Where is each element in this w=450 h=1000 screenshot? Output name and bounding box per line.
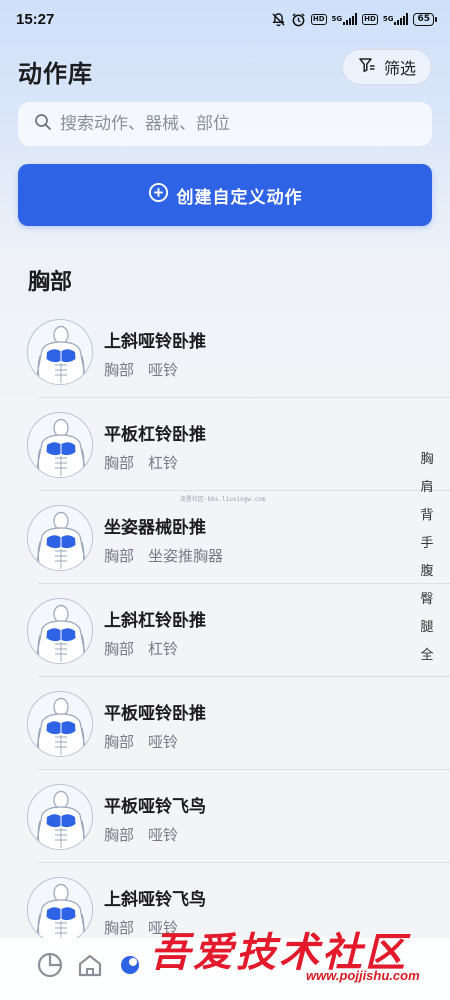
status-bar: 15:27 HD 5G HD 5G 65 [0,0,450,38]
status-icons: HD 5G HD 5G 65 [271,12,437,27]
exercise-name: 坐姿器械卧推 [104,518,206,538]
exercise-meta: 胸部 杠铃 [104,452,178,473]
exercise-name: 平板杠铃卧推 [104,425,206,445]
exercise-name: 平板哑铃卧推 [104,704,206,724]
exercise-body-part: 胸部 [104,454,135,472]
search-icon [34,113,52,135]
exercise-meta: 胸部 哑铃 [104,359,178,380]
hd-icon: HD [310,13,327,25]
nav-library-tab[interactable] [110,947,150,987]
status-time: 15:27 [16,10,55,28]
plus-circle-icon [148,182,169,208]
hd-icon: HD [362,13,378,25]
exercise-list-item[interactable]: 平板哑铃卧推 胸部 哑铃 [0,677,450,770]
exercise-list-item[interactable]: 上斜杠铃卧推 胸部 杠铃 [0,584,450,677]
nav-home-tab[interactable] [70,947,110,987]
home-icon [76,951,104,983]
brand-watermark-url: www.pojjishu.com [306,968,420,983]
section-title: 胸部 [28,270,73,295]
network-type-label: 5G [382,15,394,23]
watermark-text: 流星社区·bbs.liuxingw.com [180,496,266,503]
exercise-body-part: 胸部 [104,826,135,844]
exercise-list-item[interactable]: 坐姿器械卧推 胸部 坐姿推胸器 [0,491,450,584]
exercise-body-part: 胸部 [104,547,135,565]
index-item[interactable]: 肩 [420,476,433,495]
index-item[interactable]: 腿 [420,616,433,635]
search-input[interactable] [60,114,400,134]
exercise-name: 上斜哑铃飞鸟 [104,890,206,910]
muscle-diagram-icon [27,412,93,478]
exercise-meta: 胸部 哑铃 [104,824,178,845]
muscle-diagram-icon [27,691,93,757]
exercise-equipment: 杠铃 [148,640,179,658]
page-title: 动作库 [18,60,93,88]
exercise-list: 上斜哑铃卧推 胸部 哑铃 平板杠铃卧推 胸部 杠铃 坐姿器械卧推 胸部 坐姿推胸器 上斜杠铃卧推胸… [0,305,450,956]
exercise-body-part: 胸部 [104,640,135,658]
index-item[interactable]: 臀 [420,588,433,607]
alarm-icon [291,12,306,27]
exercise-equipment: 杠铃 [148,454,179,472]
nav-stats-tab[interactable] [30,947,70,987]
filter-icon [358,56,376,78]
exercise-equipment: 哑铃 [148,361,179,379]
mute-bell-icon [271,12,286,27]
exercise-name: 上斜哑铃卧推 [104,332,206,352]
exercise-meta: 胸部 杠铃 [104,638,178,659]
exercise-meta: 胸部 哑铃 [104,731,178,752]
exercise-equipment: 坐姿推胸器 [148,547,224,565]
muscle-diagram-icon [27,505,93,571]
exercise-list-item[interactable]: 上斜哑铃卧推 胸部 哑铃 [0,305,450,398]
exercise-meta: 胸部 坐姿推胸器 [104,545,223,566]
muscle-diagram-icon [27,877,93,943]
index-item[interactable]: 腹 [420,560,433,579]
index-item[interactable]: 背 [420,504,433,523]
exercise-body-part: 胸部 [104,733,135,751]
header: 动作库 筛选 [0,46,450,92]
muscle-diagram-icon [27,598,93,664]
create-button-label: 创建自定义动作 [176,187,303,208]
filter-label: 筛选 [383,59,416,78]
muscle-diagram-icon [27,784,93,850]
signal-icon: 5G [332,13,358,25]
muscle-diagram-icon [27,319,93,385]
network-type-label: 5G [331,15,343,23]
exercise-equipment: 哑铃 [148,733,179,751]
index-item[interactable]: 手 [420,532,433,551]
search-bar[interactable] [18,102,432,146]
index-item[interactable]: 胸 [420,448,433,467]
exercise-body-part: 胸部 [104,919,135,937]
library-icon [116,951,144,983]
exercise-list-item[interactable]: 平板杠铃卧推 胸部 杠铃 [0,398,450,491]
body-part-index: 胸肩背手腹臀腿全 [416,448,438,663]
exercise-name: 上斜杠铃卧推 [104,611,206,631]
filter-button[interactable]: 筛选 [342,49,432,85]
exercise-list-item[interactable]: 平板哑铃飞鸟 胸部 哑铃 [0,770,450,863]
pie-chart-icon [36,951,64,983]
exercise-body-part: 胸部 [104,361,135,379]
exercise-name: 平板哑铃飞鸟 [104,797,206,817]
create-custom-exercise-button[interactable]: 创建自定义动作 [18,164,432,226]
index-item[interactable]: 全 [420,644,433,663]
signal-icon: 5G [383,13,409,25]
exercise-equipment: 哑铃 [148,826,179,844]
battery-icon: 65 [413,12,437,26]
